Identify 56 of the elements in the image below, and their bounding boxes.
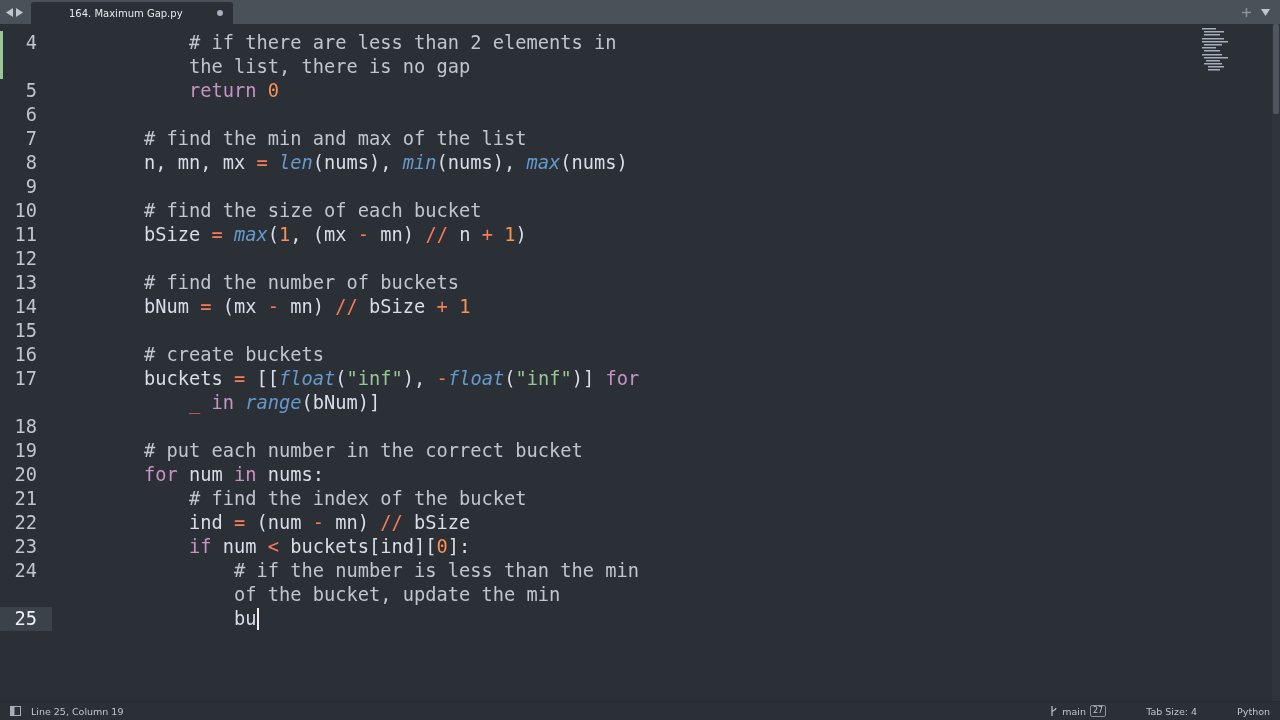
code-line: return 0 xyxy=(188,79,280,103)
code-line: of the bucket, update the min xyxy=(233,583,561,607)
line-number: 16 xyxy=(14,343,38,367)
code-line: # if there are less than 2 elements in xyxy=(188,31,617,55)
line-number: 10 xyxy=(14,199,38,223)
forward-icon[interactable] xyxy=(16,7,23,17)
file-tab[interactable]: 164. Maximum Gap.py xyxy=(31,2,233,24)
line-number: 13 xyxy=(14,271,38,295)
code-line: buckets = [[float("inf"), -float("inf")] for xyxy=(143,367,640,391)
line-number: 9 xyxy=(25,175,38,199)
branch-name[interactable]: main xyxy=(1062,705,1086,717)
scrollbar[interactable] xyxy=(1272,24,1280,701)
code-line: # if the number is less than the min xyxy=(233,559,640,583)
syntax-mode[interactable]: Python xyxy=(1237,705,1270,717)
code-line: # find the index of the bucket xyxy=(188,487,527,511)
line-number: 15 xyxy=(14,319,38,343)
back-icon[interactable] xyxy=(6,7,13,17)
changes-count: 27 xyxy=(1090,705,1107,717)
code-line: if num < buckets[ind][0]: xyxy=(188,535,471,559)
dropdown-triangle-icon[interactable] xyxy=(1261,8,1270,16)
tab-size[interactable]: Tab Size: 4 xyxy=(1146,705,1198,717)
code-line: bu xyxy=(233,607,259,631)
line-number: 24 xyxy=(14,559,38,583)
line-number: 7 xyxy=(25,127,38,151)
line-number: 22 xyxy=(14,511,38,535)
line-number: 8 xyxy=(25,151,38,175)
code-line: _ in range(bNum)] xyxy=(188,391,381,415)
code-line: for num in nums: xyxy=(143,463,325,487)
code-line: # find the min and max of the list xyxy=(143,127,527,151)
code-line: # put each number in the correct bucket xyxy=(143,439,583,463)
line-number: 5 xyxy=(25,79,38,103)
line-number: 14 xyxy=(14,295,38,319)
line-number: 6 xyxy=(25,103,38,127)
line-number: 4 xyxy=(25,31,38,55)
line-number: 18 xyxy=(14,415,38,439)
cursor-position[interactable]: Line 25, Column 19 xyxy=(31,705,124,717)
line-number: 25 xyxy=(14,607,38,631)
code-line: the list, there is no gap xyxy=(188,55,471,79)
line-number: 11 xyxy=(14,223,38,247)
plus-icon[interactable] xyxy=(1242,7,1251,17)
code-line: # find the size of each bucket xyxy=(143,199,482,223)
code-line: bNum = (mx - mn) // bSize + 1 xyxy=(143,295,471,319)
code-line: ind = (num - mn) // bSize xyxy=(188,511,471,535)
line-number: 21 xyxy=(14,487,38,511)
sidebar-toggle-icon[interactable] xyxy=(10,706,21,716)
code-line: # find the number of buckets xyxy=(143,271,460,295)
line-number: 17 xyxy=(14,367,38,391)
code-line: bSize = max(1, (mx - mn) // n + 1) xyxy=(143,223,527,247)
line-number: 23 xyxy=(14,535,38,559)
line-number: 12 xyxy=(14,247,38,271)
line-number: 19 xyxy=(14,439,38,463)
text-cursor xyxy=(256,608,259,630)
code-line: n, mn, mx = len(nums), min(nums), max(nums) xyxy=(143,151,628,175)
branch-icon xyxy=(1050,706,1059,716)
line-number: 20 xyxy=(14,463,38,487)
code-line: # create buckets xyxy=(143,343,325,367)
